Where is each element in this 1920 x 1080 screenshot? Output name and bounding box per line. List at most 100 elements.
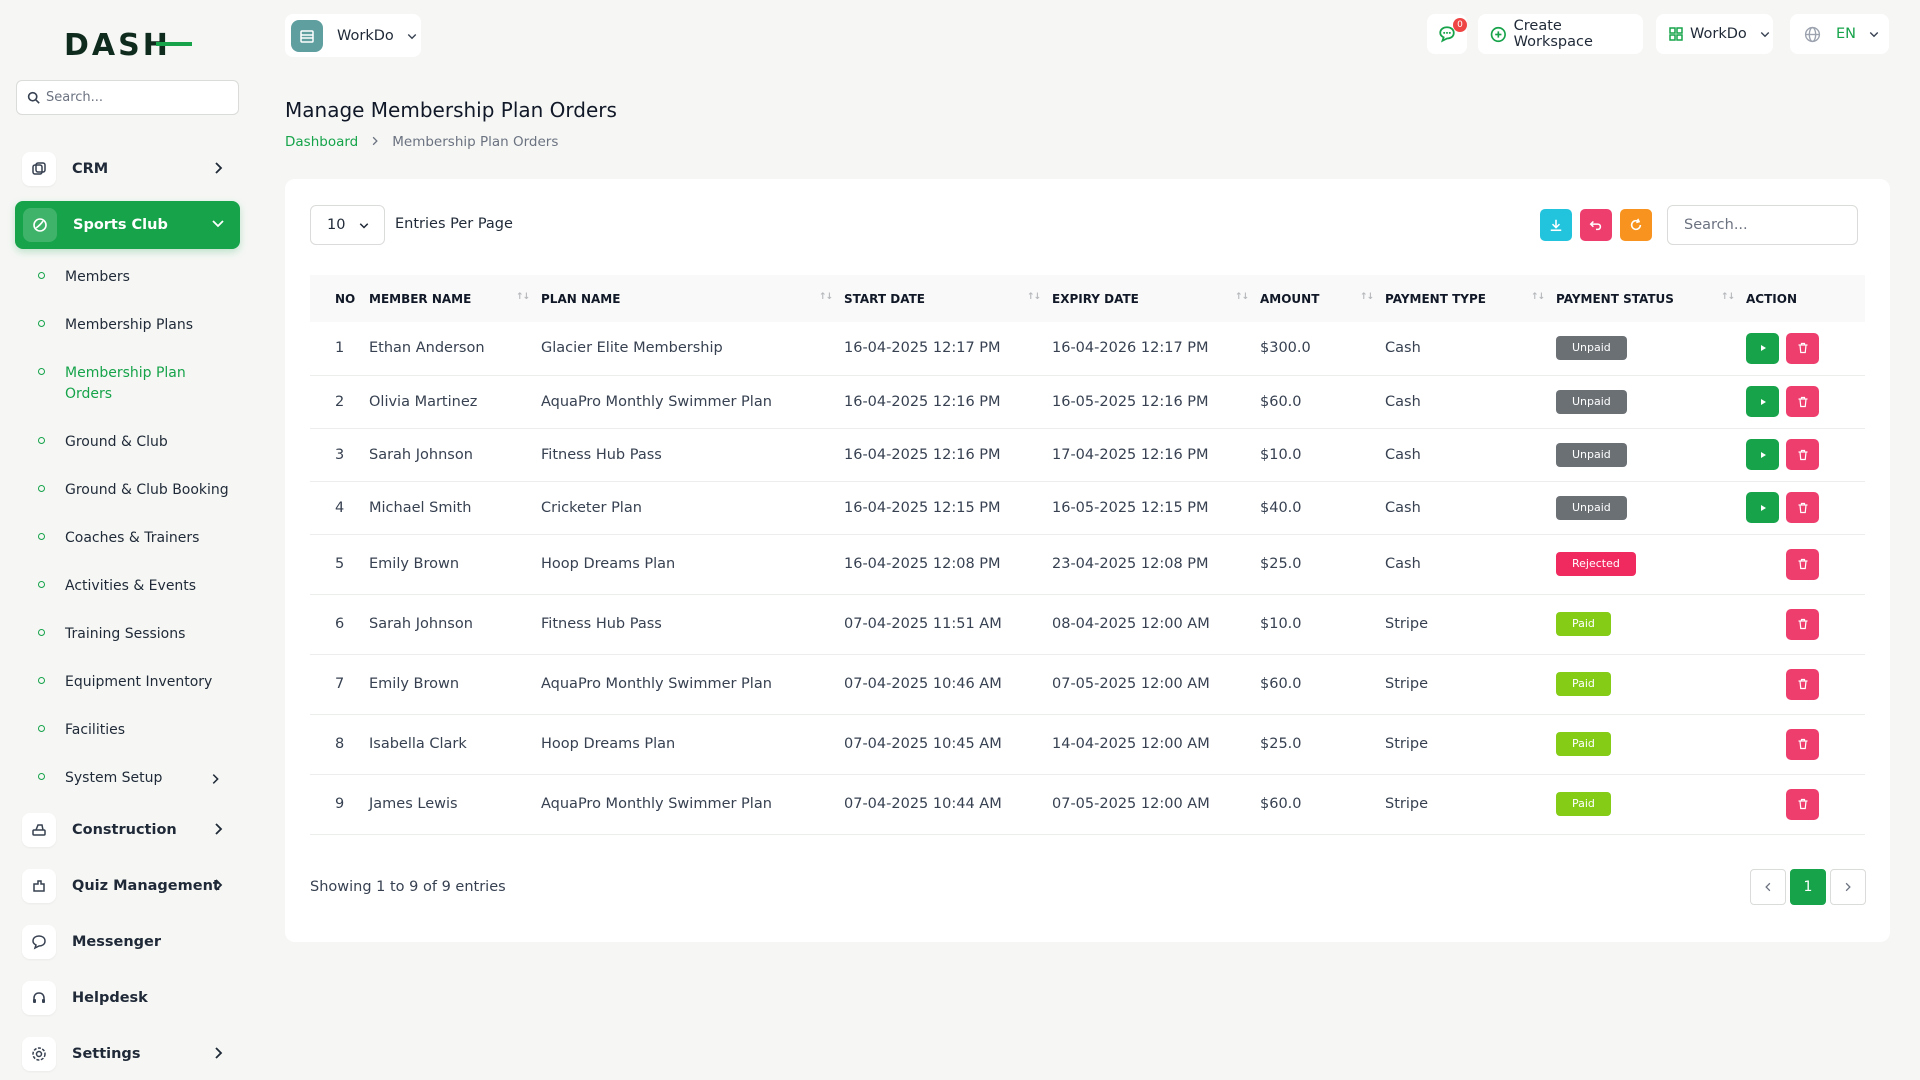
status-badge: Rejected <box>1556 552 1636 576</box>
workspace-menu-button[interactable]: WorkDo <box>1656 14 1773 54</box>
sidebar-subitem-label: Coaches & Trainers <box>65 528 199 549</box>
sidebar-subitem-activities-events[interactable]: Activities & Events <box>38 576 238 597</box>
status-badge: Unpaid <box>1556 336 1627 360</box>
sidebar-search-input[interactable]: Search... <box>16 80 239 115</box>
cell-action <box>1746 428 1865 481</box>
column-header-expiry-date[interactable]: EXPIRY DATE↑↓ <box>1052 275 1260 322</box>
chevron-left-icon <box>1763 882 1773 892</box>
entries-per-page-select[interactable]: 10 <box>310 205 385 245</box>
delete-button[interactable] <box>1786 729 1819 760</box>
pagination-page-button[interactable]: 1 <box>1790 869 1826 905</box>
sidebar-item-construction[interactable]: Construction <box>14 807 240 853</box>
chevron-right-icon <box>210 821 226 837</box>
sports-icon <box>23 208 57 242</box>
cell-start-date: 16-04-2025 12:16 PM <box>844 375 1052 428</box>
sort-icon: ↑↓ <box>1721 292 1734 302</box>
workspace-switcher[interactable]: WorkDo <box>285 14 421 57</box>
construction-icon <box>22 813 56 847</box>
sidebar-item-helpdesk[interactable]: Helpdesk <box>14 975 240 1021</box>
column-header-payment-type[interactable]: PAYMENT TYPE↑↓ <box>1385 275 1556 322</box>
delete-button[interactable] <box>1786 609 1819 640</box>
dash-logo[interactable]: DASH <box>64 28 194 62</box>
column-header-amount[interactable]: AMOUNT↑↓ <box>1260 275 1385 322</box>
refresh-button[interactable] <box>1620 209 1652 241</box>
trash-icon <box>1797 342 1809 354</box>
cell-amount: $60.0 <box>1260 375 1385 428</box>
cell-member-name: Michael Smith <box>369 481 541 534</box>
sidebar-subitem-training-sessions[interactable]: Training Sessions <box>38 624 238 645</box>
delete-button[interactable] <box>1786 549 1819 580</box>
cell-action <box>1746 774 1865 834</box>
notifications-button[interactable]: 0 <box>1427 14 1467 54</box>
sidebar-subitem-membership-plan-orders[interactable]: Membership Plan Orders <box>38 363 238 405</box>
cell-expiry-date: 14-04-2025 12:00 AM <box>1052 714 1260 774</box>
cell-plan-name: AquaPro Monthly Swimmer Plan <box>541 375 844 428</box>
approve-button[interactable] <box>1746 333 1779 364</box>
globe-icon <box>1804 26 1821 43</box>
sidebar-subitem-membership-plans[interactable]: Membership Plans <box>38 315 238 336</box>
delete-button[interactable] <box>1786 439 1819 470</box>
column-header-start-date[interactable]: START DATE↑↓ <box>844 275 1052 322</box>
download-button[interactable] <box>1540 209 1572 241</box>
cell-action <box>1746 375 1865 428</box>
delete-button[interactable] <box>1786 669 1819 700</box>
sidebar-subitem-label: Members <box>65 267 130 288</box>
breadcrumb-dashboard-link[interactable]: Dashboard <box>285 134 358 150</box>
approve-button[interactable] <box>1746 439 1779 470</box>
pagination-next-button[interactable] <box>1830 869 1866 905</box>
pagination-summary: Showing 1 to 9 of 9 entries <box>310 879 506 895</box>
table-search-input[interactable]: Search... <box>1667 205 1858 245</box>
status-badge: Paid <box>1556 612 1611 636</box>
chevron-down-icon <box>210 215 226 231</box>
cell-action <box>1746 481 1865 534</box>
sidebar-subitem-label: Activities & Events <box>65 576 196 597</box>
cell-amount: $60.0 <box>1260 654 1385 714</box>
delete-button[interactable] <box>1786 333 1819 364</box>
sidebar-subitem-coaches-trainers[interactable]: Coaches & Trainers <box>38 528 238 549</box>
sidebar-item-settings[interactable]: Settings <box>14 1031 240 1077</box>
delete-button[interactable] <box>1786 386 1819 417</box>
cell-start-date: 07-04-2025 10:44 AM <box>844 774 1052 834</box>
sidebar-subitem-ground-club-booking[interactable]: Ground & Club Booking <box>38 480 238 501</box>
orders-table: NO MEMBER NAME↑↓ PLAN NAME↑↓ START DATE↑… <box>310 275 1865 835</box>
sidebar-item-label: CRM <box>72 161 108 177</box>
cell-plan-name: Hoop Dreams Plan <box>541 534 844 594</box>
sidebar-item-sports-club[interactable]: Sports Club <box>15 201 240 249</box>
sidebar-subitem-equipment-inventory[interactable]: Equipment Inventory <box>38 672 238 693</box>
sidebar-item-quiz-management[interactable]: Quiz Management <box>14 863 240 909</box>
cell-no: 1 <box>310 322 369 375</box>
column-header-payment-status[interactable]: PAYMENT STATUS↑↓ <box>1556 275 1746 322</box>
language-select[interactable]: EN <box>1790 14 1889 54</box>
approve-button[interactable] <box>1746 492 1779 523</box>
cell-plan-name: AquaPro Monthly Swimmer Plan <box>541 774 844 834</box>
sidebar-item-messenger[interactable]: Messenger <box>14 919 240 965</box>
column-header-plan-name[interactable]: PLAN NAME↑↓ <box>541 275 844 322</box>
chevron-down-icon <box>406 30 418 42</box>
sidebar-subitem-label: Membership Plan Orders <box>65 363 205 405</box>
delete-button[interactable] <box>1786 492 1819 523</box>
create-workspace-button[interactable]: Create Workspace <box>1478 14 1643 54</box>
reset-button[interactable] <box>1580 209 1612 241</box>
delete-button[interactable] <box>1786 789 1819 820</box>
cell-plan-name: Hoop Dreams Plan <box>541 714 844 774</box>
sidebar-subitem-members[interactable]: Members <box>38 267 238 288</box>
sidebar-item-crm[interactable]: CRM <box>14 146 240 192</box>
cell-member-name: Ethan Anderson <box>369 322 541 375</box>
sidebar-subitem-system-setup[interactable]: System Setup <box>38 768 238 789</box>
pagination-prev-button[interactable] <box>1750 869 1786 905</box>
bullet-icon <box>38 368 45 375</box>
trash-icon <box>1797 678 1809 690</box>
column-header-member-name[interactable]: MEMBER NAME↑↓ <box>369 275 541 322</box>
sidebar-subitem-label: Membership Plans <box>65 315 193 336</box>
cell-no: 7 <box>310 654 369 714</box>
sidebar-subitem-ground-club[interactable]: Ground & Club <box>38 432 238 453</box>
sort-icon: ↑↓ <box>1531 292 1544 302</box>
chevron-right-icon <box>370 134 380 150</box>
trash-icon <box>1797 738 1809 750</box>
status-badge: Paid <box>1556 792 1611 816</box>
cell-payment-status: Paid <box>1556 654 1746 714</box>
table-row: 7 Emily Brown AquaPro Monthly Swimmer Pl… <box>310 654 1865 714</box>
approve-button[interactable] <box>1746 386 1779 417</box>
sidebar-subitem-facilities[interactable]: Facilities <box>38 720 238 741</box>
cell-amount: $25.0 <box>1260 714 1385 774</box>
